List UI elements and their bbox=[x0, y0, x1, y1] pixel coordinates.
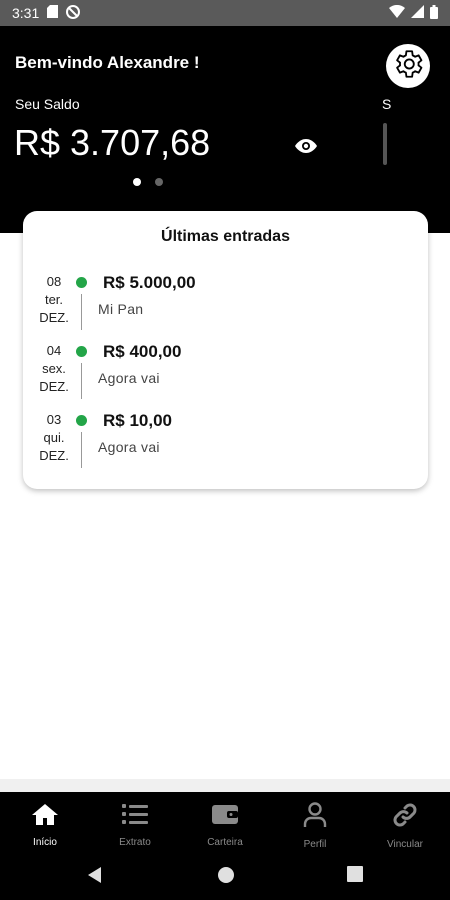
entry-description: Agora vai bbox=[98, 370, 160, 386]
link-icon bbox=[391, 802, 419, 833]
entry-weekday: qui. bbox=[43, 430, 65, 445]
entry-amount: R$ 400,00 bbox=[103, 342, 182, 361]
nav-item-home[interactable]: Início bbox=[0, 792, 90, 852]
entry-month: DEZ. bbox=[39, 448, 69, 463]
entry-description: Mi Pan bbox=[98, 301, 144, 317]
carousel-dot[interactable] bbox=[155, 178, 163, 186]
timeline-line bbox=[80, 294, 82, 330]
battery-icon bbox=[430, 4, 438, 22]
status-dot bbox=[76, 277, 87, 288]
nav-item-link[interactable]: Vincular bbox=[360, 792, 450, 852]
nav-item-profile[interactable]: Perfil bbox=[270, 792, 360, 852]
entry-amount: R$ 5.000,00 bbox=[103, 273, 196, 292]
home-button-icon[interactable] bbox=[217, 866, 235, 889]
status-time: 3:31 bbox=[12, 5, 40, 21]
balance-header: Bem-vindo Alexandre ! Seu Saldo R$ 3.707… bbox=[0, 26, 450, 233]
no-disturb-icon bbox=[66, 4, 81, 22]
latest-entries-card: Últimas entradas 08 ter. DEZ. R$ 5.000,0… bbox=[23, 211, 428, 489]
system-navigation-bar bbox=[0, 852, 450, 900]
entry-day: 08 bbox=[46, 274, 62, 289]
nav-label: Vincular bbox=[387, 839, 423, 850]
wallet-icon bbox=[211, 802, 239, 831]
welcome-message: Bem-vindo Alexandre ! bbox=[15, 53, 200, 72]
back-icon[interactable] bbox=[86, 866, 104, 889]
entry-day: 04 bbox=[46, 343, 62, 358]
next-card-label: S bbox=[382, 96, 392, 112]
nav-label: Extrato bbox=[119, 837, 151, 848]
status-dot bbox=[76, 415, 87, 426]
entry-date: 08 ter. DEZ. bbox=[32, 273, 76, 327]
carousel-dot-active[interactable] bbox=[133, 178, 141, 186]
entry-month: DEZ. bbox=[39, 310, 69, 325]
timeline-line bbox=[80, 432, 82, 468]
recents-icon[interactable] bbox=[347, 866, 363, 887]
entry-date: 03 qui. DEZ. bbox=[32, 411, 76, 465]
toggle-visibility-button[interactable] bbox=[294, 134, 318, 158]
list-item[interactable]: 04 sex. DEZ. R$ 400,00 Agora vai bbox=[23, 342, 428, 411]
home-icon bbox=[31, 802, 59, 831]
sd-card-icon bbox=[47, 5, 59, 21]
status-bar: 3:31 bbox=[0, 0, 450, 26]
next-card-peek[interactable] bbox=[383, 123, 387, 165]
entry-day: 03 bbox=[46, 412, 62, 427]
entry-weekday: ter. bbox=[44, 292, 64, 307]
entry-description: Agora vai bbox=[98, 439, 160, 455]
gear-icon bbox=[391, 47, 425, 86]
eye-icon bbox=[294, 139, 318, 162]
card-title: Últimas entradas bbox=[161, 228, 290, 245]
nav-item-statement[interactable]: Extrato bbox=[90, 792, 180, 852]
person-icon bbox=[301, 802, 329, 833]
nav-item-wallet[interactable]: Carteira bbox=[180, 792, 270, 852]
nav-label: Carteira bbox=[207, 837, 243, 848]
carousel-indicator bbox=[133, 178, 163, 186]
divider bbox=[0, 779, 450, 792]
entry-date: 04 sex. DEZ. bbox=[32, 342, 76, 396]
bottom-navigation: Início Extrato Carteira Perfil Vincular bbox=[0, 792, 450, 852]
list-item[interactable]: 08 ter. DEZ. R$ 5.000,00 Mi Pan bbox=[23, 273, 428, 342]
nav-label: Perfil bbox=[303, 839, 327, 850]
list-item[interactable]: 03 qui. DEZ. R$ 10,00 Agora vai bbox=[23, 411, 428, 480]
entry-month: DEZ. bbox=[39, 379, 69, 394]
timeline-line bbox=[80, 363, 82, 399]
entry-amount: R$ 10,00 bbox=[103, 411, 172, 430]
signal-icon bbox=[411, 5, 424, 21]
entry-weekday: sex. bbox=[42, 361, 66, 376]
list-icon bbox=[121, 802, 149, 831]
status-dot bbox=[76, 346, 87, 357]
balance-label: Seu Saldo bbox=[15, 96, 80, 112]
wifi-icon bbox=[389, 4, 405, 21]
nav-label: Início bbox=[33, 837, 57, 848]
balance-value: R$ 3.707,68 bbox=[14, 122, 211, 163]
settings-button[interactable] bbox=[386, 44, 430, 88]
